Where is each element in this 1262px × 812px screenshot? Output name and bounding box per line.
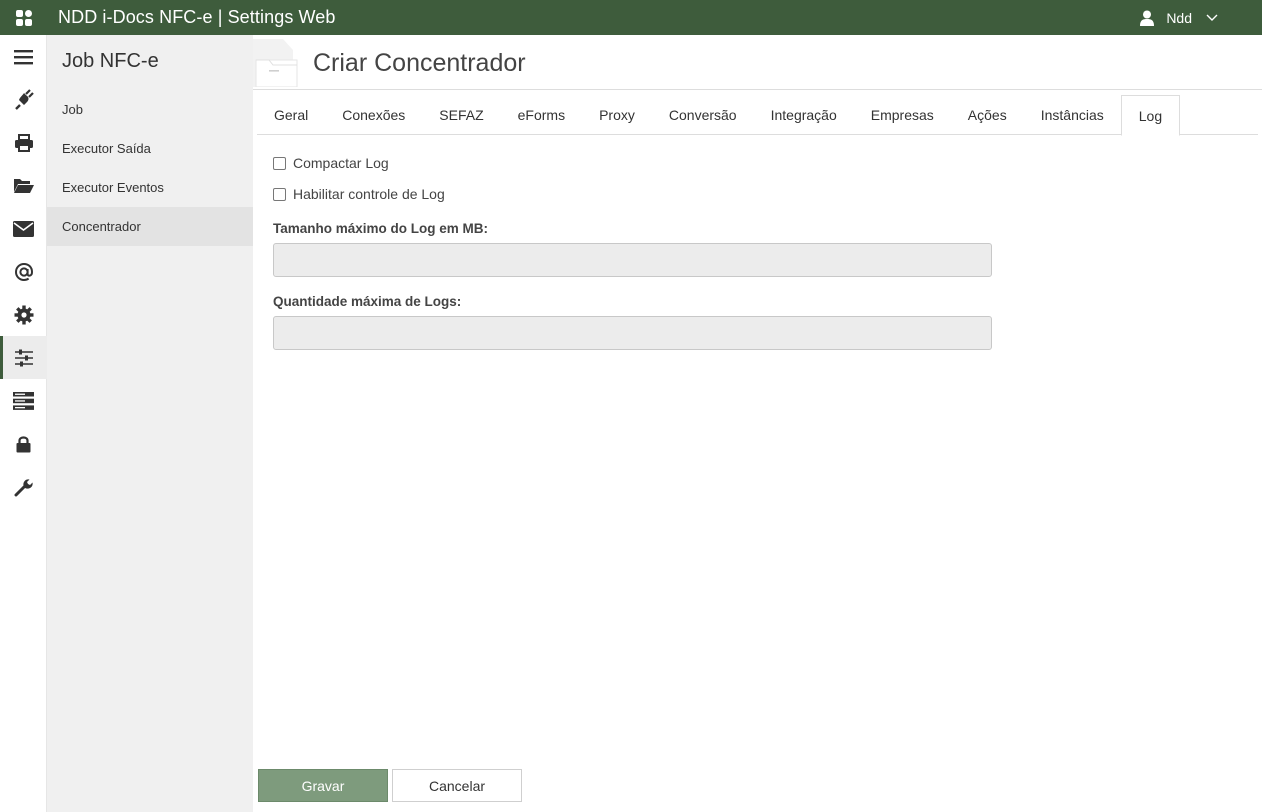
server-icon[interactable] (0, 379, 47, 422)
apps-grid-icon[interactable] (0, 0, 47, 35)
sidebar-item-executor-saida[interactable]: Executor Saída (47, 129, 253, 168)
compactar-log-label: Compactar Log (293, 155, 389, 171)
sub-navigation: Job NFC-e Job Executor Saída Executor Ev… (47, 35, 253, 812)
sidebar-item-executor-eventos[interactable]: Executor Eventos (47, 168, 253, 207)
tab-conversao[interactable]: Conversão (652, 95, 754, 135)
tab-eforms[interactable]: eForms (501, 95, 582, 135)
quantidade-maxima-input[interactable] (273, 316, 992, 350)
tab-integracao[interactable]: Integração (754, 95, 854, 135)
tab-acoes[interactable]: Ações (951, 95, 1024, 135)
folder-icon (253, 39, 301, 92)
save-button[interactable]: Gravar (258, 769, 388, 802)
sidebar-item-concentrador[interactable]: Concentrador (47, 207, 253, 246)
gear-icon[interactable] (0, 293, 47, 336)
folder-open-icon[interactable] (0, 164, 47, 207)
tamanho-maximo-input[interactable] (273, 243, 992, 277)
sidebar-title: Job NFC-e (62, 50, 159, 72)
tab-log[interactable]: Log (1120, 95, 1181, 136)
compactar-log-option[interactable]: Compactar Log (273, 153, 992, 173)
top-bar: NDD i-Docs NFC-e | Settings Web Ndd (0, 0, 1262, 35)
tab-conexoes[interactable]: Conexões (325, 95, 422, 135)
habilitar-controle-checkbox[interactable] (273, 187, 286, 201)
page-header: Criar Concentrador (253, 35, 1262, 90)
icon-rail (0, 35, 47, 812)
app-title: NDD i-Docs NFC-e | Settings Web (58, 7, 336, 27)
user-menu[interactable]: Ndd (1140, 0, 1218, 35)
habilitar-controle-label: Habilitar controle de Log (293, 186, 445, 202)
compactar-log-checkbox[interactable] (273, 156, 286, 170)
main-content: Criar Concentrador Geral Conexões SEFAZ … (253, 35, 1262, 812)
tab-empresas[interactable]: Empresas (854, 95, 951, 135)
envelope-icon[interactable] (0, 207, 47, 250)
plug-icon[interactable] (0, 78, 47, 121)
sliders-icon[interactable] (0, 336, 47, 379)
tab-instancias[interactable]: Instâncias (1024, 95, 1121, 135)
cancel-button[interactable]: Cancelar (392, 769, 522, 802)
habilitar-controle-option[interactable]: Habilitar controle de Log (273, 184, 992, 204)
log-form: Compactar Log Habilitar controle de Log … (273, 153, 992, 350)
tamanho-maximo-label: Tamanho máximo do Log em MB: (273, 221, 489, 236)
at-icon[interactable] (0, 250, 47, 293)
tab-geral[interactable]: Geral (257, 95, 325, 135)
quantidade-maxima-label: Quantidade máxima de Logs: (273, 294, 462, 309)
tab-proxy[interactable]: Proxy (582, 95, 652, 135)
page-title: Criar Concentrador (313, 49, 526, 77)
tab-bar: Geral Conexões SEFAZ eForms Proxy Conver… (257, 95, 1258, 136)
tab-sefaz[interactable]: SEFAZ (422, 95, 500, 135)
user-name: Ndd (1166, 9, 1192, 26)
sidebar-item-job[interactable]: Job (47, 90, 253, 129)
user-icon (1140, 10, 1155, 26)
chevron-down-icon (1206, 14, 1218, 22)
printer-icon[interactable] (0, 121, 47, 164)
lock-icon[interactable] (0, 422, 47, 465)
wrench-icon[interactable] (0, 465, 47, 508)
menu-icon[interactable] (0, 35, 47, 78)
